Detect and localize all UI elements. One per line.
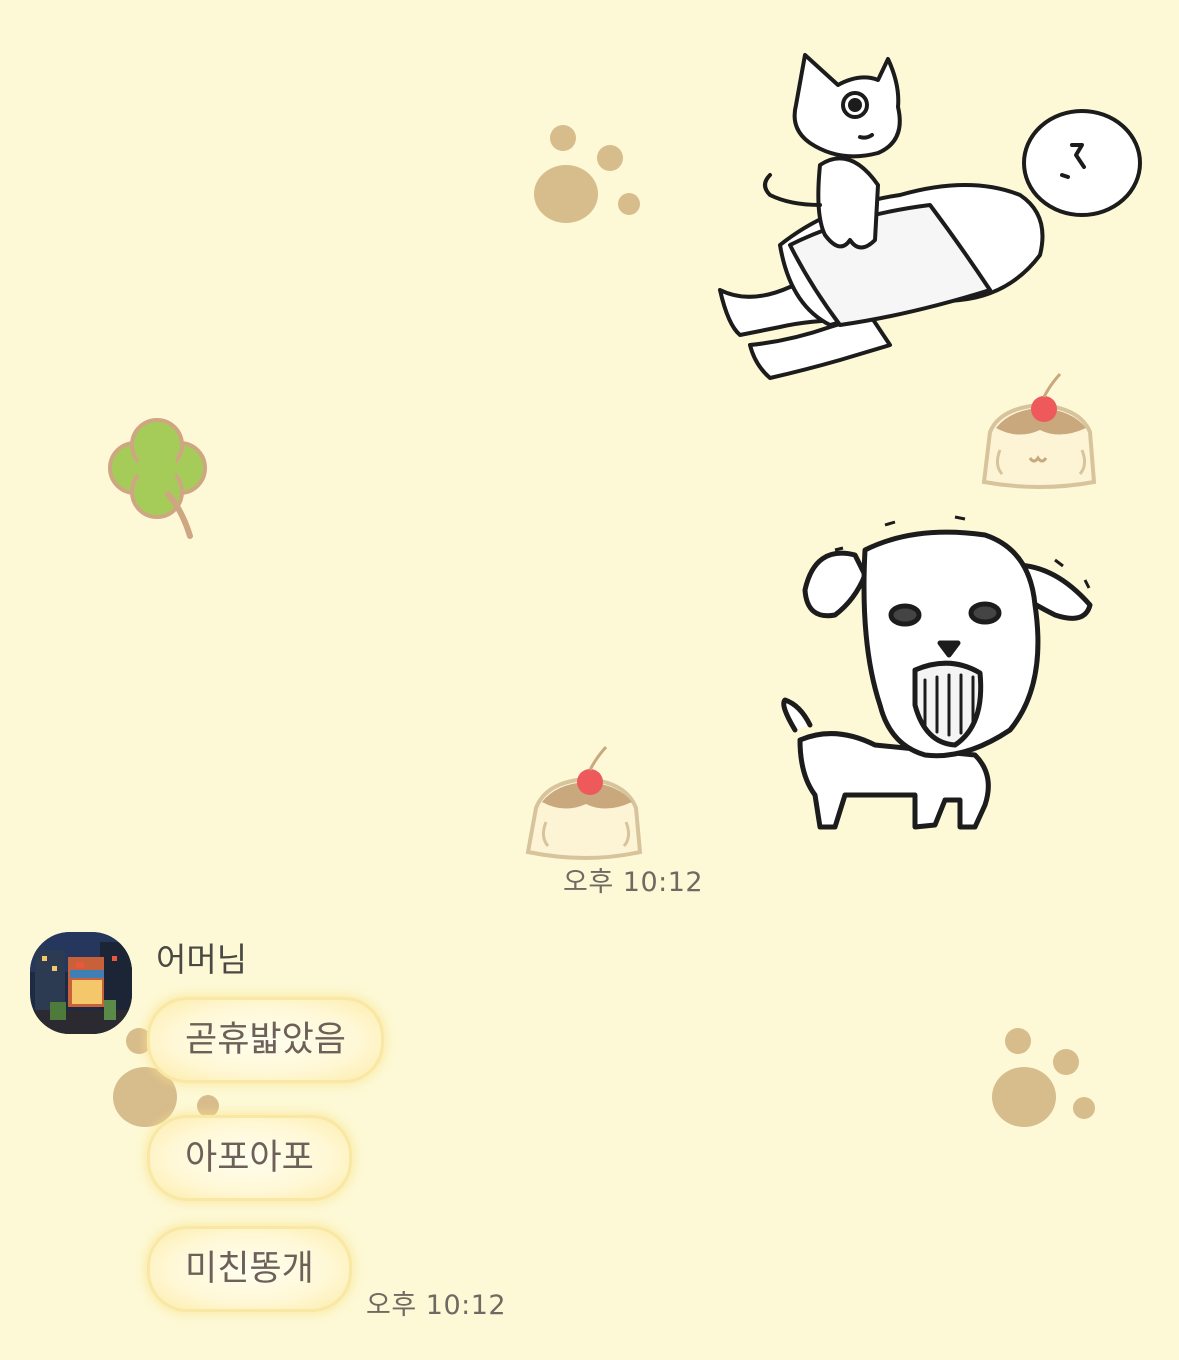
cat-riding-person-icon (718, 53, 1142, 380)
paw-print-icon (534, 125, 640, 223)
angry-dog-icon (781, 529, 1093, 830)
night-shop-avatar-icon (30, 932, 132, 1034)
message-bubble[interactable]: 아포아포 (147, 1115, 352, 1201)
avatar[interactable] (30, 932, 132, 1034)
pudding-icon (525, 745, 643, 860)
outgoing-timestamp: 오후 10:12 (563, 867, 704, 898)
cat-on-person-sticker[interactable] (710, 45, 1150, 385)
angry-dog-sticker[interactable] (755, 505, 1105, 845)
incoming-timestamp: 오후 10:12 (366, 1290, 507, 1321)
pudding-icon (981, 372, 1097, 489)
clover-icon (108, 418, 207, 539)
sender-name: 어머님 (156, 940, 248, 979)
message-bubble[interactable]: 곧휴밟았음 (147, 997, 385, 1083)
message-bubble[interactable]: 미친똥개 (147, 1226, 352, 1312)
paw-print-icon (992, 1028, 1095, 1127)
